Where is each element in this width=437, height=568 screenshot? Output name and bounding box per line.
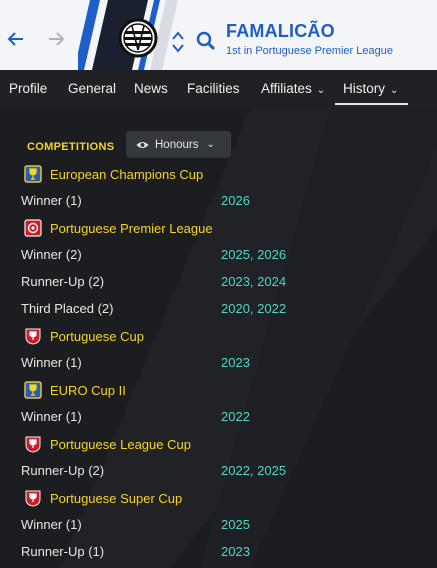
competition-portuguese-premier-league[interactable]: Portuguese Premier League — [24, 217, 213, 239]
cup-badge-icon — [25, 490, 41, 507]
forward-button[interactable] — [45, 28, 67, 50]
competition-portuguese-league-cup[interactable]: Portuguese League Cup — [24, 433, 191, 455]
active-tab-indicator — [335, 103, 408, 105]
club-switch-arrows-icon[interactable] — [171, 28, 185, 56]
honour-row: Runner-Up (2) 2023, 2024 — [21, 274, 287, 289]
filter-label: Honours — [155, 138, 199, 151]
honour-row: Winner (1) 2026 — [21, 193, 250, 208]
chevron-down-icon: ⌄ — [316, 85, 326, 96]
club-league-position[interactable]: 1st in Portuguese Premier League — [226, 45, 393, 57]
competition-european-champions-cup[interactable]: European Champions Cup — [24, 163, 203, 185]
honour-row: Runner-Up (1) 2023 — [21, 544, 250, 559]
chevron-down-icon: ⌄ — [390, 85, 399, 96]
tab-general[interactable]: General — [68, 81, 116, 96]
honour-row: Winner (2) 2025, 2026 — [21, 247, 287, 262]
honour-row: Winner (1) 2023 — [21, 355, 250, 370]
arrow-right-icon — [49, 32, 65, 46]
european-trophy-icon — [24, 381, 42, 399]
club-header: FAMALICÃO 1st in Portuguese Premier Leag… — [0, 0, 437, 70]
tab-news[interactable]: News — [134, 81, 168, 96]
competition-euro-cup-ii[interactable]: EURO Cup II — [24, 379, 126, 401]
cup-badge-icon — [25, 328, 41, 345]
competition-portuguese-super-cup[interactable]: Portuguese Super Cup — [24, 487, 182, 509]
search-icon[interactable] — [195, 30, 217, 52]
tab-history[interactable]: History ⌄ — [343, 81, 398, 96]
section-title: COMPETITIONS — [27, 141, 115, 153]
honour-row: Winner (1) 2025 — [21, 517, 250, 532]
competition-portuguese-cup[interactable]: Portuguese Cup — [24, 325, 144, 347]
tab-bar: Profile General News Facilities Affiliat… — [0, 70, 437, 108]
club-name: FAMALICÃO — [226, 21, 335, 41]
back-button[interactable] — [5, 28, 27, 50]
honour-row: Winner (1) 2022 — [21, 409, 250, 424]
eye-icon — [136, 140, 149, 150]
tab-facilities[interactable]: Facilities — [187, 81, 240, 96]
arrow-left-icon — [7, 32, 23, 46]
tab-affiliates[interactable]: Affiliates ⌄ — [261, 81, 325, 96]
honour-row: Runner-Up (2) 2022, 2025 — [21, 463, 287, 478]
honour-row: Third Placed (2) 2020, 2022 — [21, 301, 287, 316]
cup-badge-icon — [25, 436, 41, 453]
tab-profile[interactable]: Profile — [9, 81, 47, 96]
european-trophy-icon — [24, 165, 42, 183]
chevron-down-icon: ⌄ — [206, 139, 215, 150]
honours-filter-dropdown[interactable]: Honours ⌄ — [126, 131, 231, 158]
club-crest-icon — [118, 18, 158, 58]
league-badge-icon — [24, 219, 42, 237]
